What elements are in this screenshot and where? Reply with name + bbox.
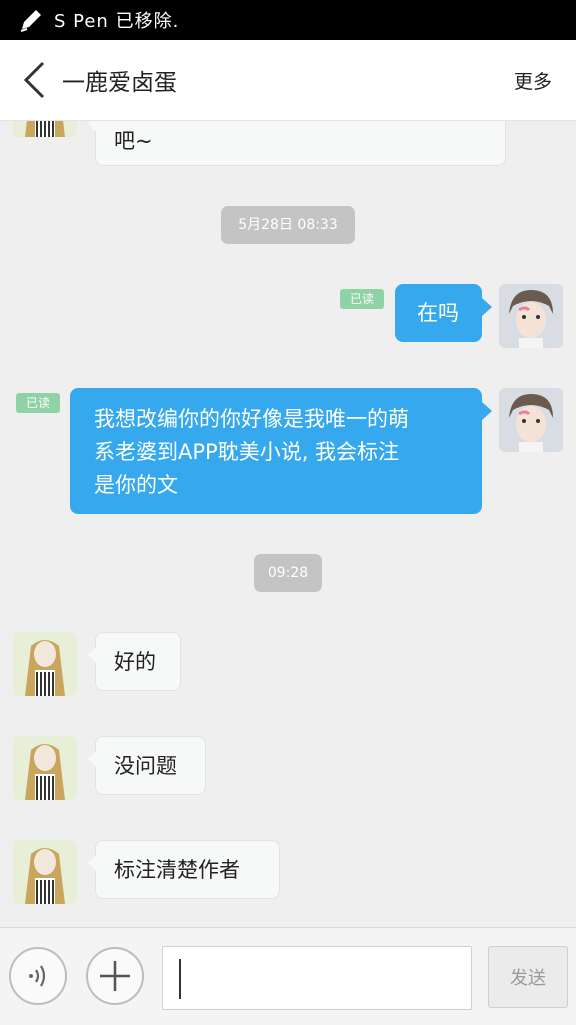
my-avatar[interactable] <box>499 284 563 348</box>
contact-avatar[interactable] <box>13 121 77 137</box>
chat-area[interactable]: 吧~ 5月28日 08:33 已读 在吗 已读 我想改编你的你好像是我唯一的萌 … <box>0 121 576 927</box>
my-avatar-image <box>499 284 563 348</box>
message-bubble-incoming[interactable]: 没问题 <box>88 736 206 795</box>
contact-avatar-image <box>13 121 77 137</box>
message-text-line: 我想改编你的你好像是我唯一的萌 <box>94 407 409 431</box>
voice-icon <box>29 965 46 987</box>
message-text: 标注清楚作者 <box>114 858 240 882</box>
message-text: 在吗 <box>417 301 459 325</box>
more-button[interactable]: 更多 <box>514 67 552 94</box>
chat-title: 一鹿爱卤蛋 <box>62 70 177 96</box>
contact-avatar[interactable] <box>13 736 77 800</box>
contact-avatar-image <box>13 840 77 904</box>
contact-avatar[interactable] <box>13 632 77 696</box>
message-bubble-incoming[interactable]: 标注清楚作者 <box>88 840 280 899</box>
message-text-line: 系老婆到APP耽美小说, 我会标注 <box>94 440 400 464</box>
timestamp: 09:28 <box>254 554 322 592</box>
contact-avatar-image <box>13 736 77 800</box>
chat-header: 一鹿爱卤蛋 更多 <box>0 40 576 121</box>
back-button[interactable] <box>12 50 56 110</box>
message-bubble-incoming[interactable]: 吧~ <box>88 121 506 166</box>
message-bubble-outgoing[interactable]: 我想改编你的你好像是我唯一的萌 系老婆到APP耽美小说, 我会标注 是你的文 <box>70 388 492 514</box>
message-text: 好的 <box>114 650 156 674</box>
read-badge: 已读 <box>340 289 384 309</box>
contact-avatar-image <box>13 632 77 696</box>
message-text-line: 是你的文 <box>94 473 178 497</box>
chevron-left-icon <box>23 61 45 99</box>
status-text: S Pen 已移除. <box>54 11 180 32</box>
timestamp: 5月28日 08:33 <box>221 206 355 244</box>
plus-icon <box>100 961 130 991</box>
my-avatar[interactable] <box>499 388 563 452</box>
message-bubble-outgoing[interactable]: 在吗 <box>395 284 492 342</box>
pen-icon <box>20 10 41 32</box>
my-avatar-image <box>499 388 563 452</box>
message-input[interactable] <box>162 946 472 1010</box>
message-bubble-incoming[interactable]: 好的 <box>88 632 181 691</box>
read-badge: 已读 <box>16 393 60 413</box>
input-bar: 发送 <box>0 927 576 1025</box>
text-caret <box>179 959 181 999</box>
send-button[interactable]: 发送 <box>488 946 568 1008</box>
voice-button[interactable] <box>9 947 67 1005</box>
plus-button[interactable] <box>86 947 144 1005</box>
message-text: 吧~ <box>114 129 153 153</box>
message-text: 没问题 <box>114 754 177 778</box>
status-bar: S Pen 已移除. <box>0 0 576 40</box>
contact-avatar[interactable] <box>13 840 77 904</box>
